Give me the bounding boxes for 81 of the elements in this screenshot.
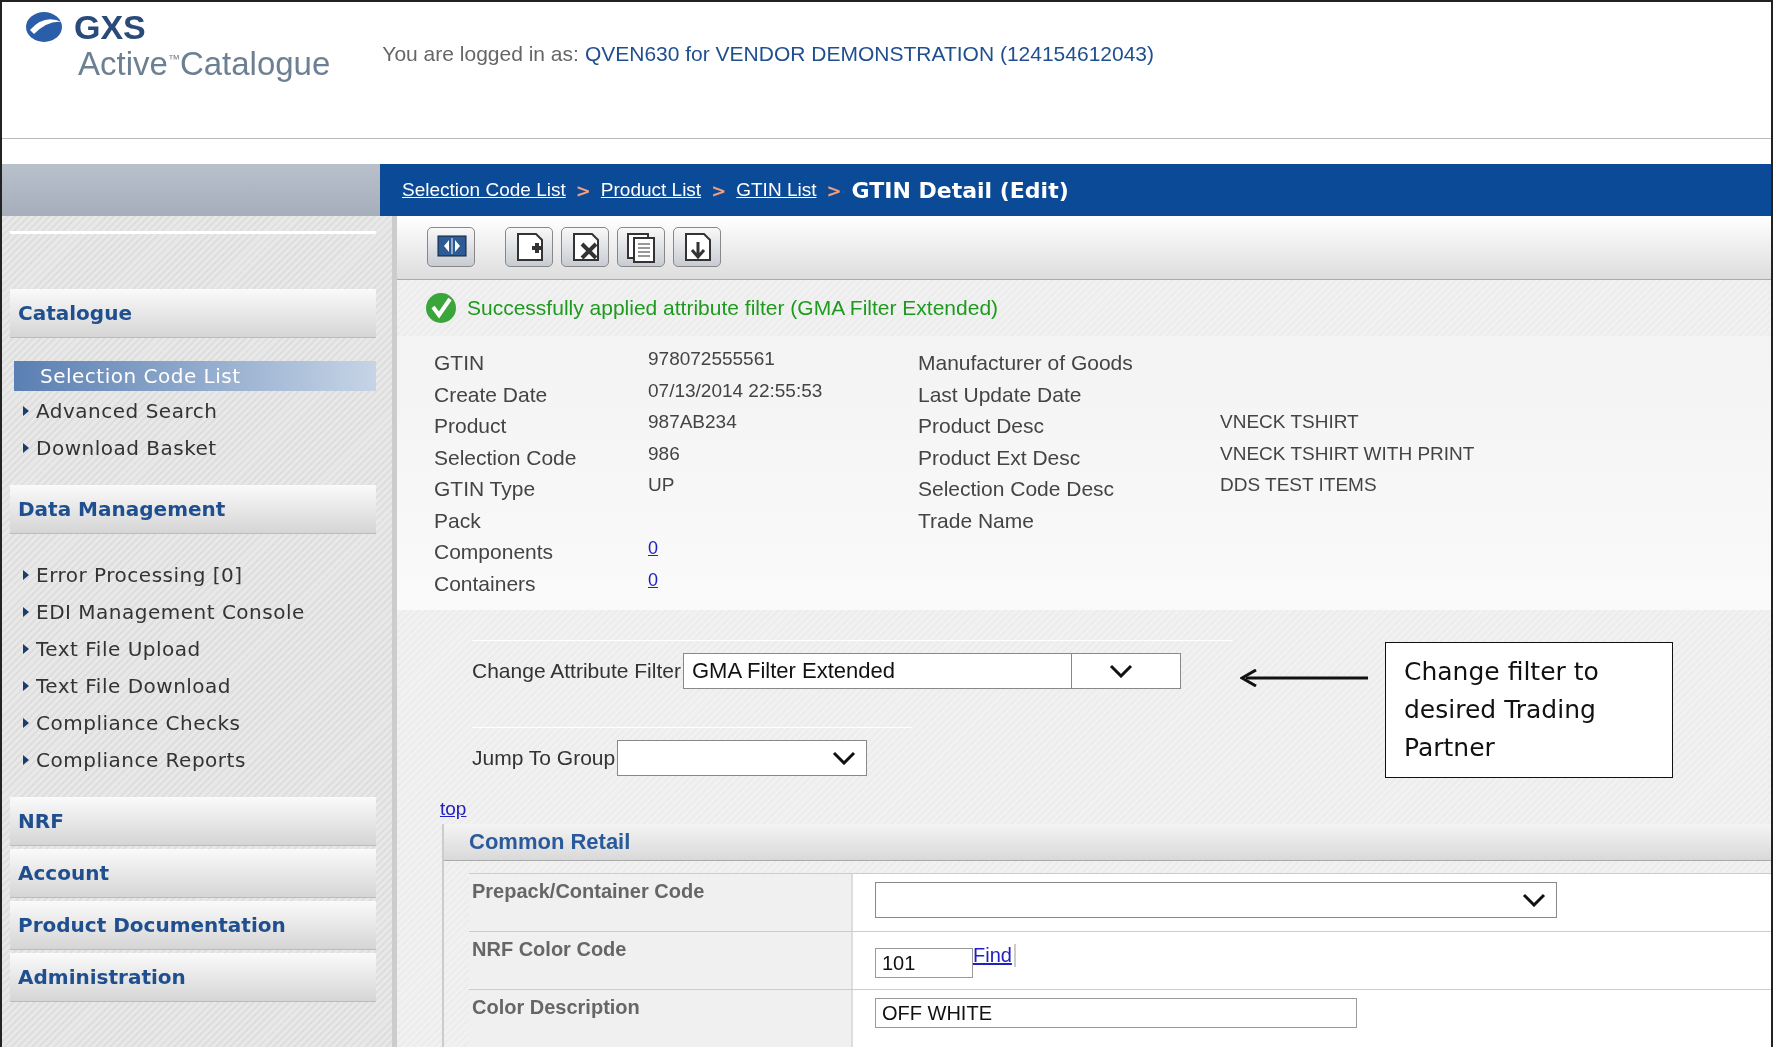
breadcrumb-separator: >: [826, 179, 842, 201]
sidebar-item[interactable]: Compliance Reports: [14, 742, 376, 777]
page-title: GTIN Detail (Edit): [851, 177, 1069, 203]
field-value: DDS TEST ITEMS: [1220, 474, 1377, 496]
breadcrumb-separator: >: [711, 179, 727, 201]
count-link[interactable]: 0: [648, 538, 658, 559]
breadcrumb-separator: >: [575, 179, 591, 201]
add-document-button[interactable]: [505, 227, 553, 268]
field-value: 978072555561: [648, 348, 775, 370]
sidebar-item[interactable]: Text File Upload: [14, 631, 376, 666]
triangle-icon: [22, 442, 30, 453]
status-message: Successfully applied attribute filter (GMA Filter Extended): [467, 295, 999, 320]
field-label: Prepack/Container Code: [469, 874, 853, 931]
field-value: VNECK TSHIRT: [1220, 411, 1359, 433]
field-value: VNECK TSHIRT WITH PRINT: [1220, 442, 1475, 464]
triangle-icon: [22, 643, 30, 654]
find-link[interactable]: Find: [973, 944, 1016, 967]
triangle-icon: [22, 569, 30, 580]
sidebar-section-header[interactable]: Data Management: [10, 485, 376, 534]
field-label: Trade Name: [918, 507, 1035, 534]
field-label: GTIN Type: [434, 476, 537, 503]
sidebar-item[interactable]: Compliance Checks: [14, 705, 376, 740]
sidebar-section-header[interactable]: Account: [10, 849, 376, 898]
field-label: Create Date: [434, 381, 549, 408]
delete-document-button[interactable]: [561, 227, 609, 268]
copy-documents-button[interactable]: [617, 227, 665, 268]
group-dropdown[interactable]: [617, 740, 868, 776]
breadcrumb-link[interactable]: Selection Code List: [402, 179, 566, 201]
panel-toggle-button[interactable]: [427, 227, 475, 268]
login-user: QVEN630 for VENDOR DEMONSTRATION (124154612043): [584, 42, 1155, 66]
section-header: Common Retail: [444, 824, 1771, 861]
text-field[interactable]: 101: [875, 948, 973, 978]
triangle-icon: [22, 405, 30, 416]
filter-dropdown[interactable]: GMA Filter Extended: [682, 653, 1181, 689]
field-value: 986: [648, 442, 680, 464]
field-label: Selection Code: [434, 444, 578, 471]
sidebar-item[interactable]: Advanced Search: [14, 393, 376, 428]
field-label: Product Desc: [918, 413, 1046, 440]
field-value: 07/13/2014 22:55:53: [648, 379, 823, 401]
sidebar-section-header[interactable]: Product Documentation: [10, 901, 376, 950]
triangle-icon: [22, 606, 30, 617]
field-label: Selection Code Desc: [918, 476, 1116, 503]
field-value: UP: [648, 474, 675, 496]
sidebar-item[interactable]: Download Basket: [14, 430, 376, 465]
field-label: Product: [434, 413, 508, 440]
sidebar-section-header[interactable]: NRF: [10, 797, 376, 846]
copy-documents-icon: [624, 230, 658, 265]
triangle-icon: [22, 717, 30, 728]
sidebar-section-header[interactable]: Administration: [10, 953, 376, 1002]
field-label: Last Update Date: [918, 381, 1083, 408]
count-link[interactable]: 0: [648, 569, 658, 590]
field-label: Manufacturer of Goods: [918, 350, 1134, 377]
triangle-icon: [22, 680, 30, 691]
field-label: GTIN: [434, 350, 486, 377]
dropdown[interactable]: [875, 882, 1557, 918]
field-label: Product Ext Desc: [918, 444, 1082, 471]
sidebar-item[interactable]: Text File Download: [14, 668, 376, 703]
download-document-button[interactable]: [673, 227, 721, 268]
chevron-down-icon: [1108, 664, 1133, 678]
sidebar-item[interactable]: Error Processing [0]: [14, 557, 376, 592]
sidebar-item[interactable]: EDI Management Console: [14, 594, 376, 629]
logo-brand: GXS: [74, 10, 146, 44]
breadcrumb-link[interactable]: Product List: [600, 179, 702, 201]
chevron-down-icon: [1522, 893, 1546, 907]
login-label: You are logged in as:: [382, 42, 579, 66]
field-label: NRF Color Code: [469, 932, 853, 989]
callout-note: Change filter to desired Trading Partner: [1385, 642, 1673, 778]
field-label: Pack: [434, 507, 482, 534]
filter-label: Change Attribute Filter: [472, 659, 681, 683]
field-label: Components: [434, 539, 555, 566]
top-link[interactable]: top: [440, 798, 467, 820]
sidebar-section-header[interactable]: Catalogue: [10, 289, 376, 338]
text-field[interactable]: OFF WHITE: [875, 998, 1357, 1028]
triangle-icon: [22, 754, 30, 765]
breadcrumb-link[interactable]: GTIN List: [736, 179, 817, 201]
field-label: Color Description: [469, 990, 853, 1047]
field-value: 987AB234: [648, 411, 737, 433]
jump-label: Jump To Group: [472, 746, 616, 770]
check-icon: [425, 291, 457, 324]
field-label: Containers: [434, 570, 537, 597]
chevron-down-icon: [832, 751, 857, 765]
